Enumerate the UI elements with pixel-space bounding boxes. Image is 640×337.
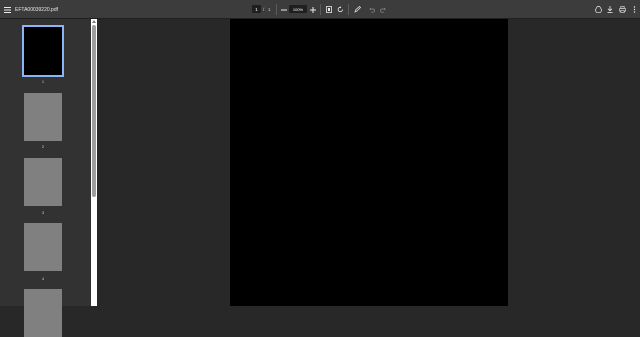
zoom-in-button[interactable] bbox=[308, 0, 318, 19]
toolbar-divider bbox=[276, 4, 277, 15]
scroll-up-arrow-icon[interactable] bbox=[92, 20, 96, 23]
rotate-button[interactable] bbox=[335, 0, 345, 19]
pdf-page bbox=[230, 19, 508, 306]
thumbnail-image bbox=[24, 223, 62, 271]
toolbar-divider bbox=[348, 4, 349, 15]
document-viewer bbox=[97, 19, 640, 306]
toolbar: EFTA00039220.pdf 1 / 1 100% bbox=[0, 0, 640, 19]
plus-icon bbox=[310, 6, 316, 13]
minus-icon bbox=[281, 9, 287, 10]
rotate-icon bbox=[337, 6, 343, 13]
thumbnail-label: 4 bbox=[41, 276, 45, 281]
annotate-button[interactable] bbox=[352, 0, 362, 19]
thumbnail-image bbox=[24, 158, 62, 206]
thumbnail-label: 3 bbox=[41, 210, 45, 215]
page-separator: / bbox=[263, 7, 265, 12]
thumbnail-label: 1 bbox=[41, 79, 45, 84]
zoom-out-button[interactable] bbox=[279, 0, 289, 19]
thumbnail-label: 2 bbox=[41, 144, 45, 149]
more-options-button[interactable] bbox=[629, 0, 639, 19]
fit-page-button[interactable] bbox=[324, 0, 334, 19]
undo-button[interactable] bbox=[367, 0, 377, 19]
drive-button[interactable] bbox=[593, 0, 603, 19]
scrollbar-thumb[interactable] bbox=[92, 25, 96, 197]
undo-icon bbox=[369, 7, 375, 13]
thumbnail-sidebar: 1 2 3 4 bbox=[0, 19, 91, 337]
more-vertical-icon bbox=[633, 6, 635, 13]
drive-icon bbox=[594, 6, 602, 13]
zoom-input[interactable]: 100% bbox=[289, 5, 307, 13]
document-title: EFTA00039220.pdf bbox=[15, 6, 58, 13]
page-number-input[interactable]: 1 bbox=[252, 5, 261, 13]
thumbnail-image bbox=[24, 93, 62, 141]
thumbnail-image bbox=[24, 289, 62, 337]
annotate-icon bbox=[353, 6, 361, 13]
thumbnail-image bbox=[24, 27, 62, 75]
print-icon bbox=[618, 6, 626, 13]
total-pages: 1 bbox=[268, 7, 271, 12]
fit-page-icon bbox=[326, 6, 332, 13]
redo-button[interactable] bbox=[378, 0, 388, 19]
download-button[interactable] bbox=[605, 0, 615, 19]
toolbar-divider bbox=[320, 4, 321, 15]
redo-icon bbox=[380, 7, 386, 13]
print-button[interactable] bbox=[617, 0, 627, 19]
menu-button[interactable] bbox=[2, 0, 12, 19]
menu-icon bbox=[3, 6, 11, 13]
download-icon bbox=[607, 6, 613, 13]
